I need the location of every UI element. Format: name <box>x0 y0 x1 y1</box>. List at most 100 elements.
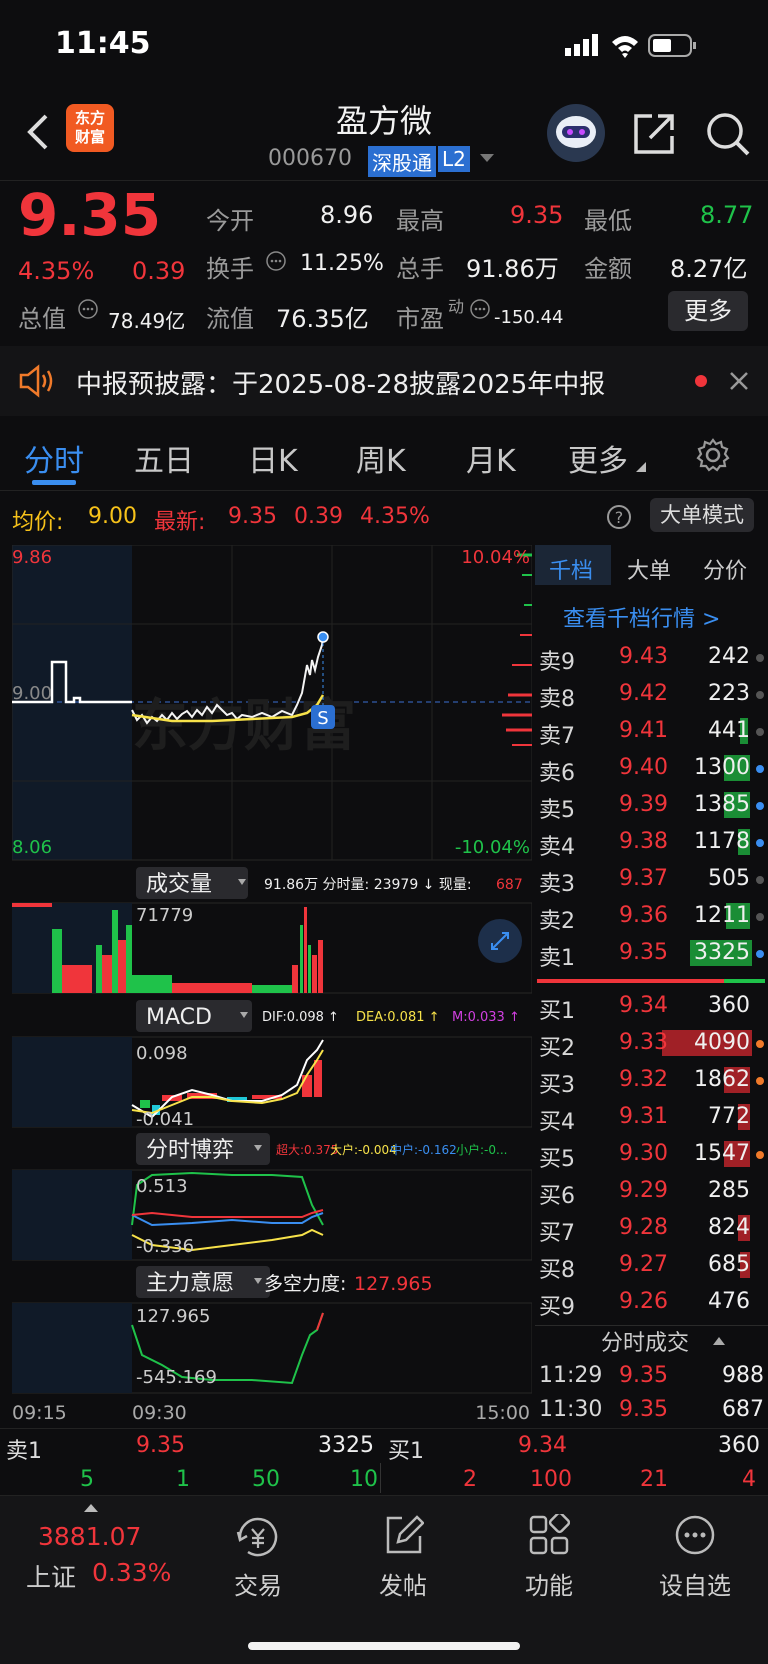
chevron-up-icon[interactable] <box>713 1337 725 1345</box>
close-icon[interactable] <box>729 371 749 391</box>
bid-price: 9.32 <box>619 1067 668 1092</box>
bigorder-mode-button[interactable]: 大单模式 <box>650 498 754 532</box>
ask-volume: 242 <box>708 644 750 669</box>
stock-code: 000670 <box>268 146 352 171</box>
bid-label: 买7 <box>539 1221 575 1246</box>
turnover-label: 换手 <box>206 255 254 283</box>
game-top-label: 0.513 <box>136 1176 188 1197</box>
ask-dot <box>756 691 764 699</box>
trade-icon[interactable] <box>234 1516 282 1558</box>
gear-icon[interactable] <box>696 438 730 472</box>
game-super-line <box>131 1209 324 1218</box>
chart-area[interactable]: 东方财富 S 9.86 9.00 8.06 10.04% -10.04% 成交量… <box>11 544 533 1425</box>
ask-dot <box>756 839 764 847</box>
bid-row[interactable]: 买3 9.32 1862 <box>535 1063 768 1099</box>
nav-post[interactable]: 发帖 <box>348 1566 458 1601</box>
ask-dot <box>756 654 764 662</box>
bid-price: 9.30 <box>619 1141 668 1166</box>
trade-volume: 687 <box>722 1397 764 1422</box>
trade-price: 9.35 <box>619 1363 668 1388</box>
ob-tab-depth[interactable]: 千档 <box>549 553 593 585</box>
ask-volume: 441 <box>708 718 750 743</box>
bid-label: 买3 <box>539 1073 575 1098</box>
index-pct[interactable]: 0.33% <box>92 1558 171 1587</box>
chevron-down-icon[interactable] <box>480 154 494 164</box>
tab-weekly-k[interactable]: 周K <box>356 436 406 480</box>
intraday-chart-svg: 东方财富 S 9.86 9.00 8.06 10.04% -10.04% 成交量… <box>11 544 533 1424</box>
trades-title[interactable]: 分时成交 <box>601 1325 689 1357</box>
function-grid-icon[interactable] <box>528 1514 570 1556</box>
bid-queue-item: 2 <box>463 1467 477 1492</box>
bid-label: 买2 <box>539 1036 575 1061</box>
ask-price: 9.37 <box>619 866 668 891</box>
nav-add-watchlist[interactable]: 设自选 <box>640 1566 750 1601</box>
ask-row[interactable]: 卖5 9.39 1385 <box>535 788 768 824</box>
bid-queue-item: 4 <box>742 1467 756 1492</box>
tab-monthly-k[interactable]: 月K <box>466 436 516 480</box>
bid-row[interactable]: 买5 9.30 1547 <box>535 1137 768 1173</box>
pct-axis-top: 10.04% <box>461 547 530 568</box>
tab-daily-k[interactable]: 日K <box>248 436 298 480</box>
ob-view-depth-link[interactable]: 查看千档行情 > <box>563 601 720 633</box>
help-icon[interactable]: ? <box>606 504 632 530</box>
bid-row[interactable]: 买9 9.26 476 <box>535 1285 768 1321</box>
main-will-top-label: 127.965 <box>136 1306 210 1327</box>
ask-row[interactable]: 卖8 9.42 223 <box>535 677 768 713</box>
robot-assistant-icon[interactable] <box>545 102 607 164</box>
post-icon[interactable] <box>384 1514 424 1556</box>
nav-function[interactable]: 功能 <box>494 1566 604 1601</box>
ask-row[interactable]: 卖2 9.36 1211 <box>535 899 768 935</box>
bid-row[interactable]: 买1 9.34 360 <box>535 989 768 1025</box>
bid-row[interactable]: 买7 9.28 824 <box>535 1211 768 1247</box>
bid-price: 9.29 <box>619 1178 668 1203</box>
share-icon[interactable] <box>632 112 676 156</box>
high-value: 9.35 <box>510 201 564 229</box>
level1-strip: 卖1 9.35 3325 买1 9.34 360 5 1 50 10 2 100… <box>0 1428 768 1495</box>
more-options-icon[interactable] <box>674 1514 716 1556</box>
info-dots-icon[interactable] <box>78 299 98 319</box>
tab-intraday[interactable]: 分时 <box>24 436 84 480</box>
macd-m: M:0.033 ↑ <box>452 1010 520 1025</box>
nav-trade[interactable]: 交易 <box>203 1566 313 1601</box>
tab-more[interactable]: 更多 <box>568 436 628 480</box>
search-icon[interactable] <box>704 110 752 158</box>
more-button[interactable]: 更多 <box>668 291 748 331</box>
change-abs: 0.39 <box>132 257 186 285</box>
ob-tab-price[interactable]: 分价 <box>703 553 747 585</box>
bid-row[interactable]: 买6 9.29 285 <box>535 1174 768 1210</box>
chevron-up-icon[interactable] <box>84 1502 98 1512</box>
ask-row[interactable]: 卖9 9.43 242 <box>535 640 768 676</box>
bid-volume: 476 <box>708 1289 750 1314</box>
back-icon[interactable] <box>24 112 54 152</box>
macd-dropdown-label: MACD <box>146 1005 212 1030</box>
ask-row[interactable]: 卖7 9.41 441 <box>535 714 768 750</box>
bid-row[interactable]: 买2 9.33 4090 <box>535 1026 768 1062</box>
sell-signal-label: S <box>317 708 328 729</box>
bid-volume: 285 <box>708 1178 750 1203</box>
bid-row[interactable]: 买8 9.27 685 <box>535 1248 768 1284</box>
ob-tab-bigorder[interactable]: 大单 <box>627 553 671 585</box>
ask-row[interactable]: 卖3 9.37 505 <box>535 862 768 898</box>
time-axis-start: 09:15 <box>12 1402 67 1424</box>
bid-row[interactable]: 买4 9.31 772 <box>535 1100 768 1136</box>
trade-row: 11:29 9.35 988 <box>535 1359 768 1395</box>
volume-label: 总手 <box>396 255 444 283</box>
info-dots-icon[interactable] <box>470 299 490 319</box>
ask-queue-item: 1 <box>176 1467 190 1492</box>
index-name[interactable]: 上证 <box>26 1558 76 1594</box>
last-price: 9.35 <box>18 181 162 249</box>
ask-dot <box>756 802 764 810</box>
period-tabs: 分时 五日 日K 周K 月K 更多 <box>0 418 768 491</box>
ask-row[interactable]: 卖1 9.35 3325 <box>535 936 768 972</box>
info-dots-icon[interactable] <box>266 251 286 271</box>
app-logo[interactable]: 东方 财富 <box>66 104 114 152</box>
pe-value: -150.44 <box>494 307 564 328</box>
bid-price: 9.33 <box>619 1030 668 1055</box>
volume-info: 91.86万 分时量: 23979 ↓ 现量: <box>264 877 472 893</box>
turnover-value: 11.25% <box>300 251 384 276</box>
notice-banner[interactable]: 中报预披露：于2025-08-28披露2025年中报 <box>0 346 768 416</box>
tab-five-day[interactable]: 五日 <box>134 436 194 480</box>
ask-row[interactable]: 卖6 9.40 1300 <box>535 751 768 787</box>
ask-row[interactable]: 卖4 9.38 1178 <box>535 825 768 861</box>
index-value[interactable]: 3881.07 <box>38 1522 141 1551</box>
